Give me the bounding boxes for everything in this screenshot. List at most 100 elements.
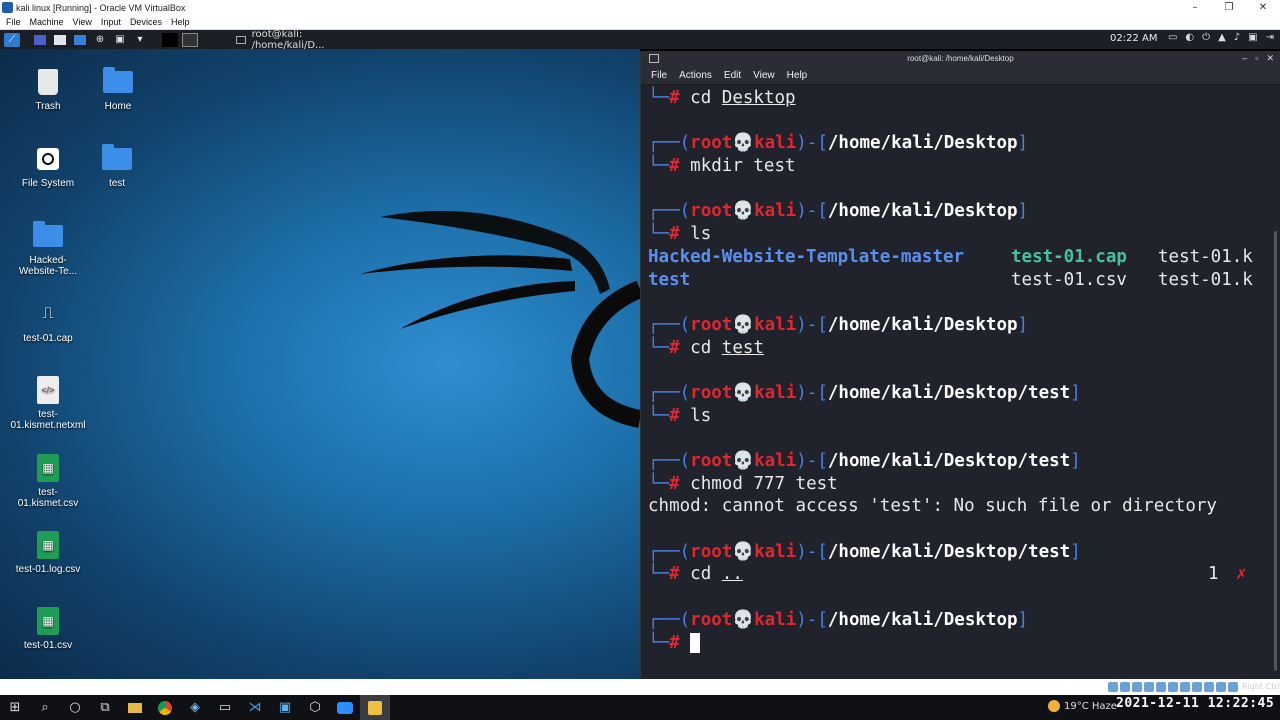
desktop-icon-home[interactable]: Home (80, 67, 156, 112)
text-editor-icon[interactable] (72, 33, 88, 47)
vbox-menu-input[interactable]: Input (101, 17, 121, 27)
vbox-menu-view[interactable]: View (73, 17, 92, 27)
weather-widget[interactable]: 19°C Haze (1048, 700, 1117, 712)
lock-icon[interactable]: ▣ (1248, 32, 1257, 43)
windows-start-icon[interactable]: ⊞ (0, 695, 30, 720)
box-icon[interactable]: ⬡ (300, 695, 330, 720)
vbox-menu-help[interactable]: Help (171, 17, 190, 27)
browser-icon[interactable]: ⊕ (92, 33, 108, 47)
desktop-icon-filesystem[interactable]: File System (10, 144, 86, 189)
logout-icon[interactable]: ⇥ (1266, 32, 1274, 43)
vbox-menubar: File Machine View Input Devices Help (0, 15, 1280, 30)
skull-icon: 💀 (732, 609, 755, 630)
prompt-line: ┌──(root💀kali)-[/home/kali/Desktop] (648, 133, 1029, 154)
prompt-line: ┌──(root💀kali)-[/home/kali/Desktop] (648, 314, 1029, 335)
weather-text: 19°C Haze (1064, 700, 1117, 712)
power-icon[interactable]: ⏻ (1202, 32, 1210, 43)
network-icon[interactable] (1144, 682, 1154, 692)
vbox-menu-machine[interactable]: Machine (30, 17, 64, 27)
file-manager-icon[interactable] (52, 33, 68, 47)
terminal-menu-file[interactable]: File (651, 70, 667, 81)
desktop-icon-hacked-website[interactable]: Hacked-Website-Te... (10, 221, 86, 277)
vscode-icon[interactable]: ⋊ (240, 695, 270, 720)
folder-icon (33, 221, 63, 251)
workspace-1-icon[interactable] (162, 32, 178, 47)
skull-icon: 💀 (732, 382, 755, 403)
trash-icon (33, 67, 63, 97)
display-icon[interactable] (1180, 682, 1190, 692)
terminal-launcher-icon[interactable]: ▣ (112, 33, 128, 47)
workspace-icon[interactable] (32, 33, 48, 47)
minimize-button[interactable]: – (1178, 0, 1212, 15)
terminal-minimize-button[interactable]: – (1242, 53, 1247, 64)
workspace-2-icon[interactable] (182, 32, 198, 47)
panel-clock[interactable]: 02:22 AM (1110, 33, 1157, 44)
desktop-icon-cap-file[interactable]: ⎍ test-01.cap (10, 299, 86, 344)
usb-icon[interactable] (1156, 682, 1166, 692)
mouse-icon[interactable] (1216, 682, 1226, 692)
explorer-icon[interactable] (120, 695, 150, 720)
task-view-icon[interactable]: ⧉ (90, 695, 120, 720)
shared-folder-icon[interactable] (1168, 682, 1178, 692)
desktop-icon-label: Hacked-Website-Te... (18, 255, 78, 277)
terminal-menu-actions[interactable]: Actions (679, 70, 712, 81)
monitor-icon[interactable]: ▭ (1168, 32, 1177, 43)
host-key-label: Right Ctrl (1242, 682, 1280, 691)
terminal-output[interactable]: └─# cd Desktop ┌──(root💀kali)-[/home/kal… (648, 87, 1253, 655)
cpu-icon[interactable] (1204, 682, 1214, 692)
search-icon[interactable]: ⌕ (30, 695, 60, 720)
vbox-menu-file[interactable]: File (6, 17, 21, 27)
chrome-icon[interactable] (150, 695, 180, 720)
terminal-menu-edit[interactable]: Edit (724, 70, 741, 81)
terminal-close-button[interactable]: ✕ (1266, 53, 1274, 64)
audio-icon[interactable] (1132, 682, 1142, 692)
volume-icon[interactable]: ◐ (1185, 32, 1194, 43)
system-tray: ▭ ◐ ⏻ ▲ ♪ ▣ ⇥ (1168, 32, 1274, 43)
task-title: root@kali: /home/kali/D... (251, 28, 325, 51)
vbox-menu-devices[interactable]: Devices (130, 17, 162, 27)
record-icon[interactable] (1192, 682, 1202, 692)
taskbar-terminal-task[interactable]: root@kali: /home/kali/D... (232, 28, 372, 51)
kali-menu-icon[interactable]: ⟋ (4, 32, 20, 47)
wave-file-icon: ⎍ (42, 305, 54, 322)
vbox-status-icons: Right Ctrl (1108, 681, 1280, 693)
terminal-window[interactable]: root@kali: /home/kali/Desktop – ▫ ✕ File… (640, 51, 1280, 679)
dropdown-icon[interactable]: ▾ (132, 33, 148, 47)
terminal-title: root@kali: /home/kali/Desktop (907, 54, 1014, 63)
spreadsheet-icon: ▦ (33, 453, 63, 483)
desktop-icon-label: File System (21, 178, 75, 189)
terminal-line: └─# ls (648, 224, 712, 245)
desktop-icon-label: test-01.kismet.csv (17, 487, 79, 509)
zoom-icon[interactable] (330, 695, 360, 720)
desktop-icon-log-csv[interactable]: ▦ test-01.log.csv (10, 530, 86, 575)
terminal-app-icon[interactable]: ▭ (210, 695, 240, 720)
arrow-icon[interactable] (1228, 682, 1238, 692)
recording-timestamp: 2021-12-11 12:22:45 (1116, 696, 1275, 711)
terminal-maximize-button[interactable]: ▫ (1255, 53, 1258, 64)
notification-icon[interactable]: ▲ (1218, 32, 1226, 43)
terminal-menu-help[interactable]: Help (787, 70, 808, 81)
terminal-titlebar[interactable]: root@kali: /home/kali/Desktop – ▫ ✕ (641, 51, 1280, 67)
skull-icon: 💀 (732, 314, 755, 335)
close-button[interactable]: ✕ (1246, 0, 1280, 15)
desktop-icon-trash[interactable]: Trash (10, 67, 86, 112)
remote-desktop-icon[interactable]: ▣ (270, 695, 300, 720)
terminal-scrollbar[interactable] (1274, 231, 1277, 671)
hdd-icon[interactable] (1108, 682, 1118, 692)
restore-button[interactable]: ❐ (1212, 0, 1246, 15)
desktop-icon-netxml[interactable]: </> test-01.kismet.netxml (10, 375, 86, 431)
text-cursor (690, 632, 701, 653)
bell-icon[interactable]: ♪ (1234, 32, 1240, 43)
desktop-icon-kismet-csv[interactable]: ▦ test-01.kismet.csv (10, 453, 86, 509)
optical-icon[interactable] (1120, 682, 1130, 692)
desktop-icon-label: test-01.kismet.netxml (10, 409, 86, 431)
terminal-menu-view[interactable]: View (753, 70, 775, 81)
desktop-icon-csv[interactable]: ▦ test-01.csv (10, 606, 86, 651)
cortana-icon[interactable]: ○ (60, 695, 90, 720)
app-icon[interactable]: ◈ (180, 695, 210, 720)
desktop-icon-test-folder[interactable]: test (79, 144, 155, 189)
terminal-line: └─# (648, 632, 1217, 655)
virtualbox-taskbar-icon[interactable] (360, 695, 390, 720)
